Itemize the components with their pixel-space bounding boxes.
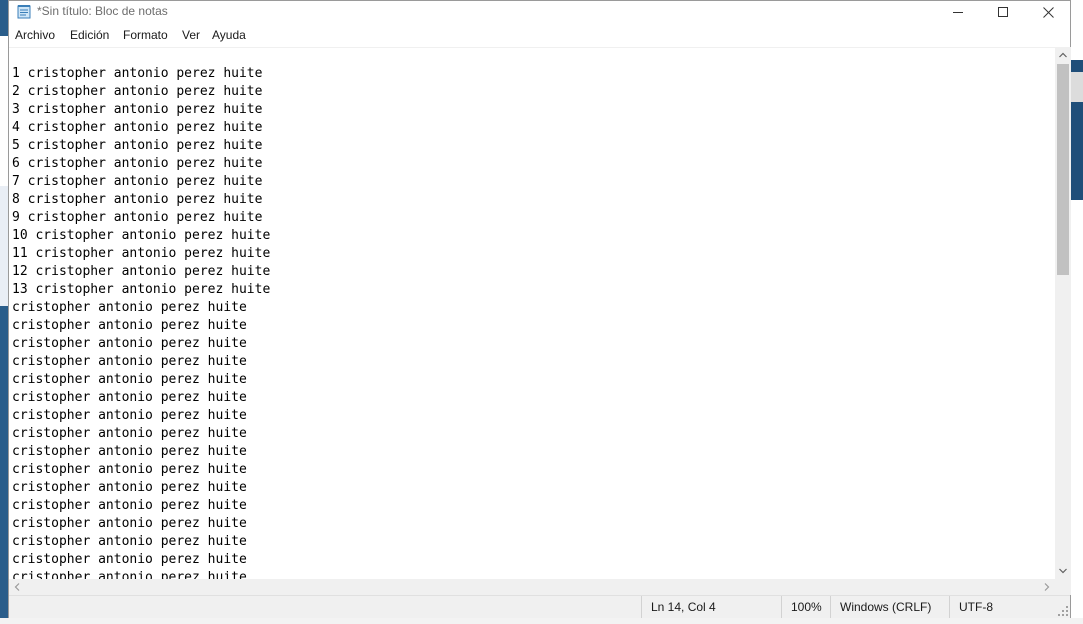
menu-ayuda[interactable]: Ayuda	[210, 28, 248, 42]
text-line: cristopher antonio perez huite	[12, 444, 247, 459]
chevron-up-icon	[1059, 52, 1067, 58]
background-panel-right-gray	[1071, 72, 1083, 102]
line-ending: Windows (CRLF)	[830, 596, 949, 618]
maximize-button[interactable]	[980, 1, 1026, 23]
background-panel-left	[0, 36, 8, 186]
text-line: cristopher antonio perez huite	[12, 390, 247, 405]
scroll-left-button[interactable]	[9, 579, 25, 595]
menu-ver[interactable]: Ver	[180, 28, 202, 42]
chevron-right-icon	[1044, 583, 1050, 591]
minimize-icon	[953, 12, 963, 13]
text-line: cristopher antonio perez huite	[12, 498, 247, 513]
text-line: cristopher antonio perez huite	[12, 372, 247, 387]
menu-archivo[interactable]: Archivo	[13, 28, 57, 42]
close-button[interactable]	[1025, 1, 1071, 23]
zoom-level: 100%	[781, 596, 830, 618]
text-line: 13 cristopher antonio perez huite	[12, 282, 271, 297]
maximize-icon	[998, 7, 1008, 17]
menu-edicion[interactable]: Edición	[68, 28, 111, 42]
text-line: cristopher antonio perez huite	[12, 462, 247, 477]
text-line: cristopher antonio perez huite	[12, 318, 247, 333]
cursor-position: Ln 14, Col 4	[641, 596, 781, 618]
scroll-down-button[interactable]	[1055, 563, 1071, 579]
text-line: cristopher antonio perez huite	[12, 408, 247, 423]
text-line: 10 cristopher antonio perez huite	[12, 228, 271, 243]
text-line: 11 cristopher antonio perez huite	[12, 246, 271, 261]
notepad-window: *Sin título: Bloc de notas Archivo Edici…	[8, 0, 1071, 618]
window-title: *Sin título: Bloc de notas	[37, 4, 168, 18]
horizontal-scrollbar[interactable]	[9, 579, 1055, 595]
text-line: cristopher antonio perez huite	[12, 354, 247, 369]
text-line: cristopher antonio perez huite	[12, 300, 247, 315]
text-line: 12 cristopher antonio perez huite	[12, 264, 271, 279]
text-line: 2 cristopher antonio perez huite	[12, 84, 263, 99]
text-content: 1 cristopher antonio perez huite 2 cristo…	[12, 65, 270, 580]
minimize-button[interactable]	[935, 1, 981, 23]
text-line: cristopher antonio perez huite	[12, 480, 247, 495]
chevron-left-icon	[14, 583, 20, 591]
resize-grip-icon[interactable]	[1058, 606, 1068, 616]
chevron-down-icon	[1059, 568, 1067, 574]
text-line: 5 cristopher antonio perez huite	[12, 138, 263, 153]
text-line: cristopher antonio perez huite	[12, 552, 247, 567]
encoding: UTF-8	[949, 596, 1059, 618]
text-line: 9 cristopher antonio perez huite	[12, 210, 263, 225]
text-line: cristopher antonio perez huite	[12, 534, 247, 549]
vertical-scrollbar[interactable]	[1055, 47, 1071, 579]
scroll-right-button[interactable]	[1039, 579, 1055, 595]
menu-formato[interactable]: Formato	[121, 28, 170, 42]
text-line: 1 cristopher antonio perez huite	[12, 66, 263, 81]
scroll-up-button[interactable]	[1055, 47, 1071, 63]
text-line: cristopher antonio perez huite	[12, 516, 247, 531]
text-line: 4 cristopher antonio perez huite	[12, 120, 263, 135]
text-line: 6 cristopher antonio perez huite	[12, 156, 263, 171]
text-line: cristopher antonio perez huite	[12, 336, 247, 351]
status-bar: Ln 14, Col 4 100% Windows (CRLF) UTF-8	[9, 595, 1070, 618]
background-strip-bottom	[0, 618, 1083, 624]
close-icon	[1042, 6, 1054, 18]
text-editor[interactable]: 1 cristopher antonio perez huite 2 cristo…	[9, 47, 1055, 580]
scroll-corner	[1055, 579, 1071, 595]
menu-bar: Archivo Edición Formato Ver Ayuda	[9, 25, 1070, 47]
text-line: 7 cristopher antonio perez huite	[12, 174, 263, 189]
vertical-scroll-thumb[interactable]	[1057, 64, 1069, 275]
background-panel-left-lower	[0, 186, 8, 306]
title-bar[interactable]: *Sin título: Bloc de notas	[9, 1, 1070, 23]
text-line: 8 cristopher antonio perez huite	[12, 192, 263, 207]
text-line: 3 cristopher antonio perez huite	[12, 102, 263, 117]
notepad-icon	[17, 5, 31, 19]
text-line: cristopher antonio perez huite	[12, 426, 247, 441]
